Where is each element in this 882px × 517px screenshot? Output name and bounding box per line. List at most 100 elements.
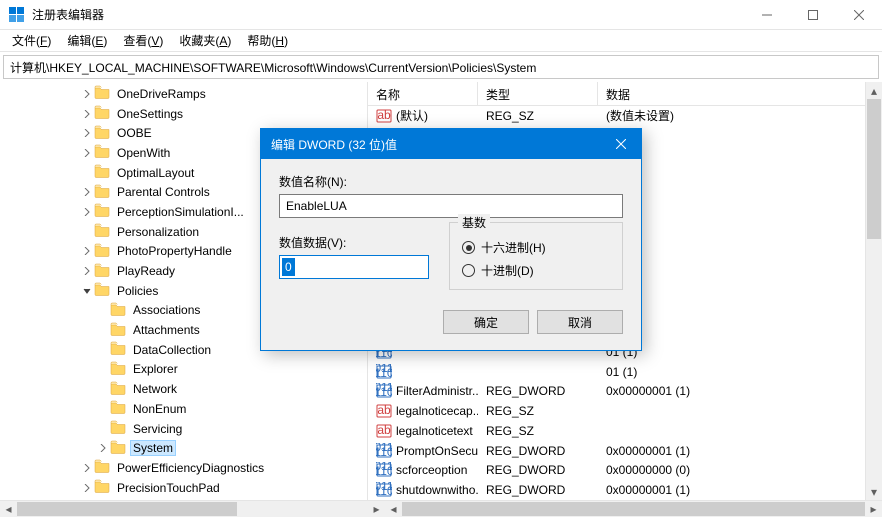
radio-hex-label: 十六进制(H) (481, 239, 546, 256)
menu-view[interactable]: 查看(V) (115, 30, 171, 51)
menu-file[interactable]: 文件(F) (4, 30, 59, 51)
cancel-button[interactable]: 取消 (537, 310, 623, 334)
tree-item[interactable]: PrecisionTouchPad (0, 478, 367, 498)
tree-item[interactable]: Explorer (0, 360, 367, 380)
tree-item[interactable]: PowerEfficiencyDiagnostics (0, 458, 367, 478)
folder-icon (110, 381, 130, 398)
scroll-up-icon[interactable]: ▴ (866, 82, 882, 99)
base-group-title: 基数 (458, 214, 490, 231)
close-button[interactable] (836, 0, 882, 30)
svg-text:110: 110 (376, 385, 392, 399)
scroll-right-icon[interactable]: ▸ (368, 501, 385, 517)
folder-icon (94, 243, 114, 260)
cell-data: 0x00000001 (1) (598, 384, 882, 398)
radio-dec-label: 十进制(D) (481, 262, 534, 279)
list-row[interactable]: 011110shutdownwitho...REG_DWORD0x0000000… (368, 480, 882, 500)
scroll-left-icon-2[interactable]: ◂ (385, 501, 402, 517)
svg-text:ab: ab (377, 423, 391, 437)
scroll-right-icon-2[interactable]: ▸ (865, 501, 882, 517)
tree-item-label: System (130, 440, 176, 456)
cell-name: ablegalnoticetext (368, 423, 478, 439)
cell-data: 0x00000001 (1) (598, 483, 882, 497)
tree-item-label: DataCollection (130, 342, 214, 358)
cell-type: REG_SZ (478, 404, 598, 418)
dialog-titlebar[interactable]: 编辑 DWORD (32 位)值 (261, 129, 641, 159)
radio-dec[interactable]: 十进制(D) (462, 262, 610, 279)
maximize-button[interactable] (790, 0, 836, 30)
window-controls (744, 0, 882, 30)
list-scrollbar-v[interactable]: ▴ ▾ (865, 82, 882, 500)
cell-name: 011110 (368, 364, 478, 380)
chevron-right-icon[interactable] (80, 484, 94, 492)
chevron-right-icon[interactable] (80, 129, 94, 137)
radio-icon (462, 264, 475, 277)
chevron-right-icon[interactable] (80, 267, 94, 275)
folder-icon (94, 125, 114, 142)
folder-icon (94, 164, 114, 181)
col-header-name[interactable]: 名称 (368, 82, 478, 105)
folder-icon (110, 341, 130, 358)
tree-item[interactable]: OneDriveRamps (0, 84, 367, 104)
cell-data: (数值未设置) (598, 107, 882, 124)
menu-favorites[interactable]: 收藏夹(A) (171, 30, 239, 51)
tree-item[interactable]: OneSettings (0, 104, 367, 124)
list-row[interactable]: 011110PromptOnSecu...REG_DWORD0x00000001… (368, 441, 882, 461)
list-row[interactable]: ablegalnoticetextREG_SZ (368, 421, 882, 441)
dialog-title-text: 编辑 DWORD (32 位)值 (271, 136, 397, 153)
tree-item[interactable]: Network (0, 379, 367, 399)
ok-button[interactable]: 确定 (443, 310, 529, 334)
scroll-down-icon[interactable]: ▾ (866, 483, 882, 500)
list-row[interactable]: ab(默认)REG_SZ(数值未设置) (368, 106, 882, 126)
tree-item[interactable]: Servicing (0, 419, 367, 439)
tree-item-label: Explorer (130, 361, 181, 377)
chevron-right-icon[interactable] (80, 208, 94, 216)
tree-item-label: OpenWith (114, 145, 173, 161)
svg-text:110: 110 (376, 366, 392, 380)
chevron-right-icon[interactable] (80, 110, 94, 118)
cell-type: REG_DWORD (478, 444, 598, 458)
chevron-right-icon[interactable] (96, 444, 110, 452)
list-row[interactable]: 011110scforceoptionREG_DWORD0x00000000 (… (368, 460, 882, 480)
address-bar[interactable]: 计算机\HKEY_LOCAL_MACHINE\SOFTWARE\Microsof… (3, 55, 879, 79)
value-data-input[interactable] (279, 255, 429, 279)
col-header-type[interactable]: 类型 (478, 82, 598, 105)
tree-h-thumb[interactable] (17, 502, 237, 516)
svg-text:ab: ab (377, 108, 391, 122)
list-h-thumb[interactable] (402, 502, 865, 516)
tree-item-label: PrecisionTouchPad (114, 480, 223, 496)
folder-icon (110, 420, 130, 437)
minimize-button[interactable] (744, 0, 790, 30)
tree-item-label: PhotoPropertyHandle (114, 243, 235, 259)
chevron-right-icon[interactable] (80, 247, 94, 255)
chevron-right-icon[interactable] (80, 149, 94, 157)
col-header-data[interactable]: 数据 (598, 82, 882, 105)
chevron-right-icon[interactable] (80, 188, 94, 196)
folder-icon (94, 263, 114, 280)
cell-name: 011110FilterAdministr... (368, 383, 478, 399)
edit-dword-dialog: 编辑 DWORD (32 位)值 数值名称(N): 数值数据(V): 0 基数 … (260, 128, 642, 351)
folder-icon (110, 400, 130, 417)
svg-text:ab: ab (377, 403, 391, 417)
chevron-right-icon[interactable] (80, 464, 94, 472)
base-group: 基数 十六进制(H) 十进制(D) (449, 222, 623, 290)
bottom-scrollbar: ◂ ▸ ◂ ▸ (0, 500, 882, 517)
folder-icon (94, 184, 114, 201)
cell-data: 0x00000000 (0) (598, 463, 882, 477)
scroll-thumb[interactable] (867, 99, 881, 239)
tree-item[interactable]: System (0, 438, 367, 458)
scroll-left-icon[interactable]: ◂ (0, 501, 17, 517)
menu-help[interactable]: 帮助(H) (239, 30, 296, 51)
folder-icon (94, 282, 114, 299)
list-row[interactable]: 01111001 (1) (368, 362, 882, 382)
radio-hex[interactable]: 十六进制(H) (462, 239, 610, 256)
chevron-down-icon[interactable] (80, 287, 94, 295)
value-name-input[interactable] (279, 194, 623, 218)
dialog-close-button[interactable] (601, 129, 641, 159)
chevron-right-icon[interactable] (80, 90, 94, 98)
folder-icon (94, 85, 114, 102)
list-row[interactable]: ablegalnoticecap...REG_SZ (368, 401, 882, 421)
menu-edit[interactable]: 编辑(E) (59, 30, 115, 51)
tree-item[interactable]: NonEnum (0, 399, 367, 419)
list-row[interactable]: 011110FilterAdministr...REG_DWORD0x00000… (368, 382, 882, 402)
cell-name: 011110PromptOnSecu... (368, 443, 478, 459)
